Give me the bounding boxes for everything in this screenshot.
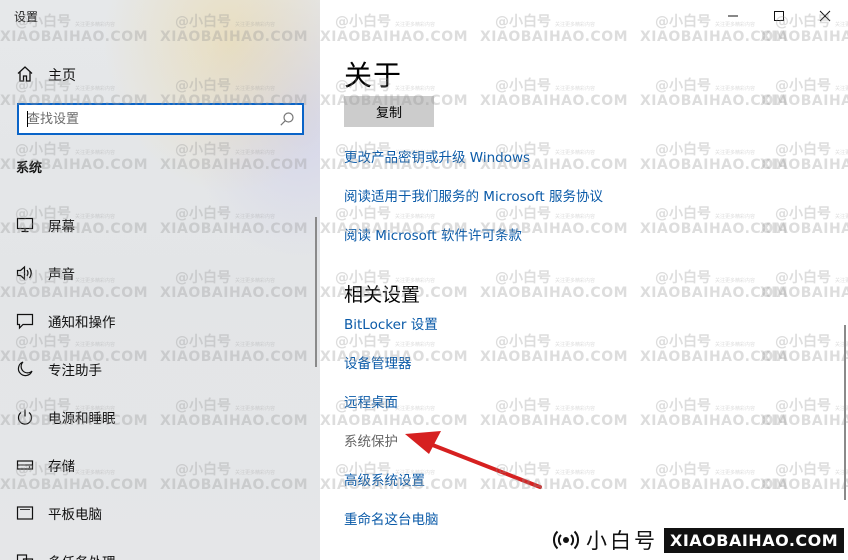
- annotation-arrow: [405, 431, 542, 489]
- broadcast-icon: [553, 530, 579, 550]
- brand-name-en: XIAOBAIHAO.COM: [664, 527, 845, 553]
- brand-name-cn: 小白号: [586, 529, 658, 553]
- brand-badge: 小白号 XIAOBAIHAO.COM: [548, 520, 848, 560]
